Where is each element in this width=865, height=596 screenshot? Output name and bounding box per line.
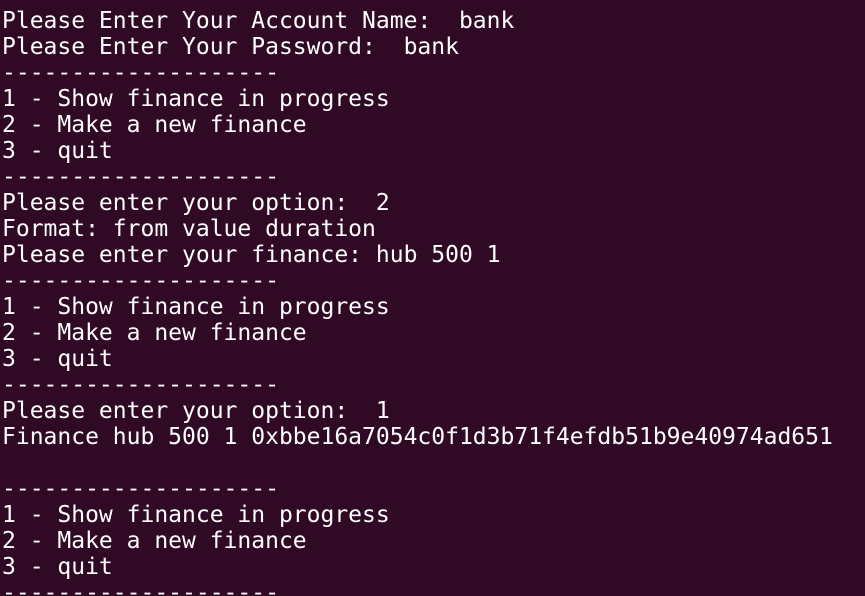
menu-option-new-finance: 2 - Make a new finance [2,112,307,138]
menu-option-show-finance: 1 - Show finance in progress [2,502,390,528]
menu-option-quit: 3 - quit [2,554,113,580]
option-input-line: Please enter your option: 1 [2,398,390,424]
separator-line: -------------------- [2,60,279,86]
terminal-window[interactable]: Please Enter Your Account Name: bank Ple… [0,0,865,596]
menu-option-new-finance: 2 - Make a new finance [2,528,307,554]
menu-option-new-finance: 2 - Make a new finance [2,320,307,346]
separator-line: -------------------- [2,372,279,398]
menu-option-quit: 3 - quit [2,138,113,164]
separator-line: -------------------- [2,268,279,294]
finance-result-line: Finance hub 500 1 0xbbe16a7054c0f1d3b71f… [2,424,833,450]
menu-option-show-finance: 1 - Show finance in progress [2,294,390,320]
separator-line: -------------------- [2,164,279,190]
terminal-output: Please Enter Your Account Name: bank Ple… [2,0,865,596]
separator-line: -------------------- [2,580,279,596]
menu-option-quit: 3 - quit [2,346,113,372]
password-prompt: Please Enter Your Password: bank [2,34,459,60]
partial-prompt-line [2,0,865,8]
format-hint-line: Format: from value duration [2,216,376,242]
menu-option-show-finance: 1 - Show finance in progress [2,86,390,112]
separator-line: -------------------- [2,476,279,502]
account-name-prompt: Please Enter Your Account Name: bank [2,8,515,34]
finance-input-line: Please enter your finance: hub 500 1 [2,242,501,268]
option-input-line: Please enter your option: 2 [2,190,390,216]
